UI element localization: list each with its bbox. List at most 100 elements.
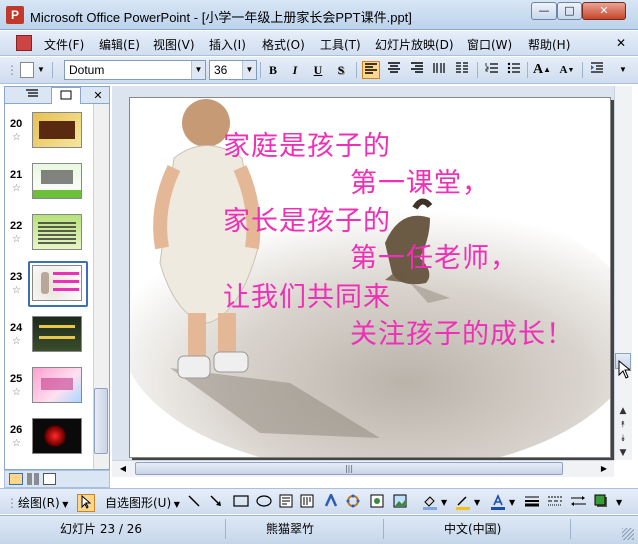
oval-icon xyxy=(256,495,272,507)
font-size-combo[interactable]: 36 ▼ xyxy=(209,60,257,80)
slide-thumbnail-22[interactable] xyxy=(32,214,82,250)
arrow-pointer-icon xyxy=(81,494,92,509)
draw-menu-button[interactable]: 绘图(R) ▼ xyxy=(18,494,68,512)
line-style-button[interactable] xyxy=(524,494,540,512)
new-document-icon[interactable] xyxy=(20,62,34,78)
slide-text-line-3[interactable]: 家长是孩子的 xyxy=(223,199,391,238)
line-color-icon xyxy=(456,496,470,510)
menu-slideshow[interactable]: 幻灯片放映(D) xyxy=(375,36,454,53)
previous-slide-icon[interactable]: ⯭ xyxy=(615,418,631,432)
chevron-down-icon[interactable]: ▼ xyxy=(474,494,480,512)
underline-button[interactable]: U xyxy=(309,61,327,79)
dash-style-button[interactable] xyxy=(547,494,563,512)
next-slide-icon[interactable]: ⯯ xyxy=(615,432,631,446)
slide-sorter-view-icon[interactable] xyxy=(27,473,40,485)
textbox-button[interactable] xyxy=(279,494,293,512)
tab-slides[interactable] xyxy=(51,87,81,104)
toolbar-options-icon[interactable]: ▼ xyxy=(614,61,632,79)
insert-picture-button[interactable] xyxy=(393,494,407,512)
menu-help[interactable]: 帮助(H) xyxy=(528,36,570,53)
slide-thumbnail-26[interactable] xyxy=(32,418,82,454)
scroll-left-icon[interactable]: ◀ xyxy=(116,462,130,475)
diagram-button[interactable] xyxy=(346,494,360,512)
slide-thumbnail-20[interactable] xyxy=(32,112,82,148)
slides-panel-scroll-thumb[interactable] xyxy=(94,388,108,454)
menu-format[interactable]: 格式(O) xyxy=(262,36,305,53)
wordart-icon xyxy=(324,491,338,507)
columns-button[interactable] xyxy=(453,61,471,79)
chevron-down-icon[interactable]: ▼ xyxy=(36,61,46,79)
rectangle-button[interactable] xyxy=(233,494,249,512)
menu-file[interactable]: 文件(F) xyxy=(44,36,84,53)
align-right-button[interactable] xyxy=(408,61,426,79)
slideshow-view-icon[interactable] xyxy=(43,473,56,485)
document-icon[interactable] xyxy=(16,35,32,51)
slide-text-line-5[interactable]: 让我们共同来 xyxy=(223,275,391,314)
slide-text-line-1[interactable]: 家庭是孩子的 xyxy=(223,124,391,163)
maximize-button[interactable]: □ xyxy=(557,2,582,20)
font-name-combo[interactable]: Dotum ▼ xyxy=(64,60,206,80)
chevron-down-icon[interactable]: ▼ xyxy=(441,494,447,512)
text-shadow-button[interactable]: S xyxy=(332,61,350,79)
textbox-icon xyxy=(279,494,293,508)
panel-close-button[interactable]: ✕ xyxy=(91,87,105,104)
scroll-up-icon[interactable]: ▲ xyxy=(615,404,631,418)
slide-text-line-4[interactable]: 第一任老师， xyxy=(350,236,518,275)
slide-text-line-2[interactable]: 第一课堂， xyxy=(350,161,490,200)
bold-button[interactable]: B xyxy=(264,61,282,79)
italic-button[interactable]: I xyxy=(286,61,304,79)
slide-text-line-6[interactable]: 关注孩子的成长！ xyxy=(350,312,574,351)
line-button[interactable] xyxy=(187,494,201,512)
minimize-button[interactable]: — xyxy=(531,2,557,20)
arrow-style-button[interactable] xyxy=(570,494,586,512)
demote-indent-button[interactable] xyxy=(588,61,606,79)
chevron-down-icon[interactable]: ▼ xyxy=(509,494,515,512)
align-center-button[interactable] xyxy=(385,61,403,79)
menu-edit[interactable]: 编辑(E) xyxy=(99,36,140,53)
toolbar-grip-icon[interactable]: ⋮ xyxy=(6,494,18,512)
menu-insert[interactable]: 插入(I) xyxy=(209,36,246,53)
autoshapes-menu-button[interactable]: 自选图形(U) ▼ xyxy=(105,494,180,512)
thumbnail-content xyxy=(43,425,67,447)
powerpoint-app-icon[interactable]: P xyxy=(6,6,24,24)
arrow-button[interactable] xyxy=(209,494,223,512)
close-button[interactable]: ✕ xyxy=(582,2,626,20)
bullets-button[interactable] xyxy=(505,61,523,79)
menu-window[interactable]: 窗口(W) xyxy=(467,36,512,53)
toolbar-grip-icon[interactable]: ⋮ xyxy=(6,61,18,79)
tab-outline[interactable] xyxy=(13,87,51,104)
scroll-down-icon[interactable]: ▼ xyxy=(615,446,631,460)
wordart-button[interactable] xyxy=(324,491,338,512)
vertical-textbox-button[interactable] xyxy=(300,494,314,512)
scroll-right-icon[interactable]: ▶ xyxy=(597,462,611,475)
fill-color-button[interactable] xyxy=(422,494,438,512)
oval-button[interactable] xyxy=(256,494,272,512)
toolbar-options-icon[interactable]: ▼ xyxy=(616,494,622,512)
shadow-style-button[interactable] xyxy=(594,494,608,512)
slide-thumbnail-25[interactable] xyxy=(32,367,82,403)
slide-thumbnail-23[interactable] xyxy=(32,265,82,301)
font-size-value: 36 xyxy=(214,63,228,77)
slide-thumbnail-24[interactable] xyxy=(32,316,82,352)
line-color-button[interactable] xyxy=(455,494,471,512)
numbering-button[interactable] xyxy=(483,61,501,79)
design-template-status[interactable]: 熊猫翠竹 xyxy=(266,520,314,538)
chevron-down-icon[interactable]: ▼ xyxy=(242,61,256,79)
select-objects-button[interactable] xyxy=(77,494,95,512)
decrease-font-size-button[interactable]: A▼ xyxy=(558,61,576,79)
current-slide[interactable]: 家庭是孩子的 第一课堂， 家长是孩子的 第一任老师， 让我们共同来 关注孩子的成… xyxy=(129,97,611,458)
menu-tools[interactable]: 工具(T) xyxy=(320,36,361,53)
language-status[interactable]: 中文(中国) xyxy=(444,520,501,538)
chevron-down-icon[interactable]: ▼ xyxy=(191,61,205,79)
clip-art-button[interactable] xyxy=(370,494,384,512)
distribute-vertical-button[interactable] xyxy=(430,61,448,79)
resize-grip-icon[interactable] xyxy=(622,528,634,540)
slide-horizontal-scroll-thumb[interactable]: ||| xyxy=(135,462,563,475)
align-left-button[interactable] xyxy=(362,61,380,79)
increase-font-size-button[interactable]: A▲ xyxy=(533,61,551,79)
normal-view-icon[interactable] xyxy=(9,473,23,485)
menu-view[interactable]: 视图(V) xyxy=(153,36,195,53)
slide-thumbnail-21[interactable] xyxy=(32,163,82,199)
font-color-button[interactable] xyxy=(490,494,506,512)
document-close-button[interactable]: ✕ xyxy=(616,36,626,50)
